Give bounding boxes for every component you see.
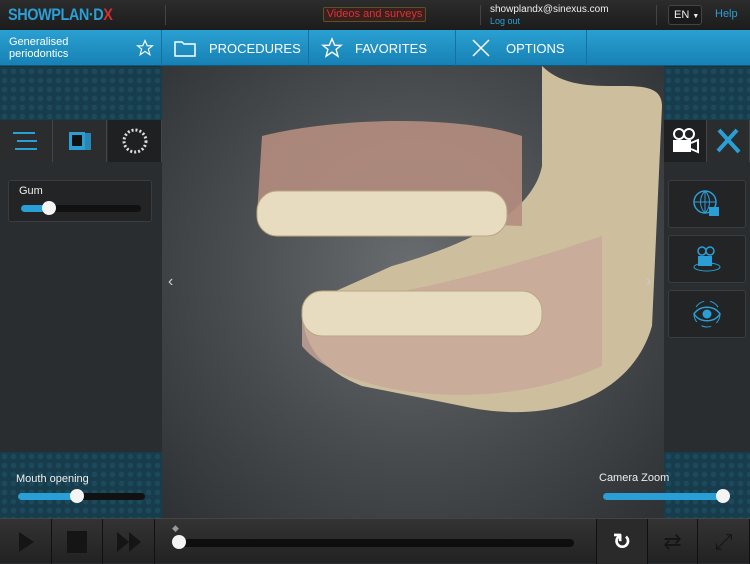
gum-slider[interactable]	[21, 201, 141, 215]
tab-camera[interactable]	[664, 120, 707, 162]
3d-viewport[interactable]: ‹ ›	[162, 66, 664, 518]
nav-label: PROCEDURES	[209, 40, 301, 56]
language-value: EN	[674, 9, 690, 21]
breadcrumb-title: Generalised periodontics	[9, 36, 69, 60]
mouth-opening-label: Mouth opening	[16, 473, 89, 485]
play-icon	[18, 531, 34, 552]
timeline-slider[interactable]	[172, 535, 574, 549]
tab-sliders[interactable]	[0, 120, 53, 162]
marker-icon: ◆	[172, 523, 179, 533]
fullscreen-button[interactable]: ⤢	[698, 519, 750, 564]
eye-rotate-button[interactable]	[668, 290, 746, 338]
tab-tools[interactable]	[707, 120, 750, 162]
tab-dial[interactable]	[108, 120, 162, 162]
rotate-icon: ↻	[612, 528, 632, 554]
stop-icon	[67, 530, 87, 553]
jaw-model[interactable]: ‹ ›	[162, 66, 664, 518]
language-select[interactable]: EN ▼	[668, 5, 702, 25]
stop-button[interactable]	[52, 519, 103, 564]
logo: SHOWPLAN·DX	[8, 5, 113, 24]
nav-options[interactable]: OPTIONS	[456, 30, 587, 66]
camera-zoom-slider[interactable]	[603, 489, 730, 503]
gum-slider-thumb[interactable]	[42, 201, 56, 215]
videos-and-surveys-button[interactable]: Videos and surveys	[323, 7, 426, 22]
pattern-area	[664, 452, 750, 518]
folder-icon	[174, 41, 196, 57]
playback-bar: ◆ ↻ ⇄ ⤢	[0, 518, 750, 564]
xray-photos-icon	[69, 132, 91, 150]
dial-icon	[122, 128, 147, 154]
chevron-down-icon: ▼	[692, 13, 700, 20]
timeline-thumb[interactable]	[172, 535, 186, 549]
chevron-left-icon[interactable]: ‹	[168, 273, 173, 290]
divider	[480, 5, 481, 25]
help-link[interactable]: Help	[715, 8, 738, 20]
nav-label: OPTIONS	[506, 40, 565, 56]
nav-label: FAVORITES	[355, 40, 427, 56]
camera-zoom-label: Camera Zoom	[599, 472, 670, 484]
main-nav: Generalised periodontics PROCEDURES FAVO…	[0, 30, 750, 66]
fast-forward-button[interactable]	[103, 519, 155, 564]
camera-rotate-button[interactable]	[668, 235, 746, 283]
gum-label: Gum	[19, 185, 43, 197]
nav-procedures[interactable]: PROCEDURES	[162, 30, 309, 66]
repeat-icon: ⇄	[663, 528, 682, 554]
tools-icon	[472, 39, 490, 57]
pattern-area	[0, 452, 162, 518]
sliders-icon	[13, 132, 37, 150]
mouth-opening-fill	[18, 493, 74, 500]
camera-zoom-fill	[603, 493, 723, 500]
camera-icon	[673, 128, 699, 154]
camera-zoom-thumb[interactable]	[716, 489, 730, 503]
camera-rotate-icon	[693, 246, 721, 272]
mouth-opening-slider[interactable]	[18, 489, 145, 503]
tools-icon	[716, 128, 741, 154]
divider	[656, 5, 657, 25]
globe-lock-icon	[693, 190, 719, 216]
nav-favorites[interactable]: FAVORITES	[309, 30, 456, 66]
star-icon	[321, 37, 343, 58]
divider	[165, 5, 166, 25]
breadcrumb: Generalised periodontics	[0, 30, 162, 66]
pattern-area	[0, 67, 162, 120]
loop-button[interactable]: ⇄	[648, 519, 698, 564]
pattern-area	[664, 67, 750, 120]
chevron-right-icon[interactable]: ›	[646, 273, 651, 290]
user-email: showplandx@sinexus.com	[490, 4, 609, 15]
fast-forward-icon	[116, 531, 141, 552]
reset-button[interactable]: ↻	[596, 519, 648, 564]
gum-slider-panel: Gum	[8, 180, 152, 222]
globe-lock-button[interactable]	[668, 180, 746, 228]
tab-xray[interactable]	[54, 120, 107, 162]
logout-link[interactable]: Log out	[490, 16, 520, 26]
mouth-opening-thumb[interactable]	[69, 489, 84, 503]
eye-rotate-icon	[693, 300, 721, 328]
favorite-star-icon[interactable]	[136, 39, 154, 57]
top-bar: SHOWPLAN·DX Videos and surveys showpland…	[0, 0, 750, 30]
play-button[interactable]	[0, 519, 52, 564]
expand-icon: ⤢	[714, 528, 733, 554]
